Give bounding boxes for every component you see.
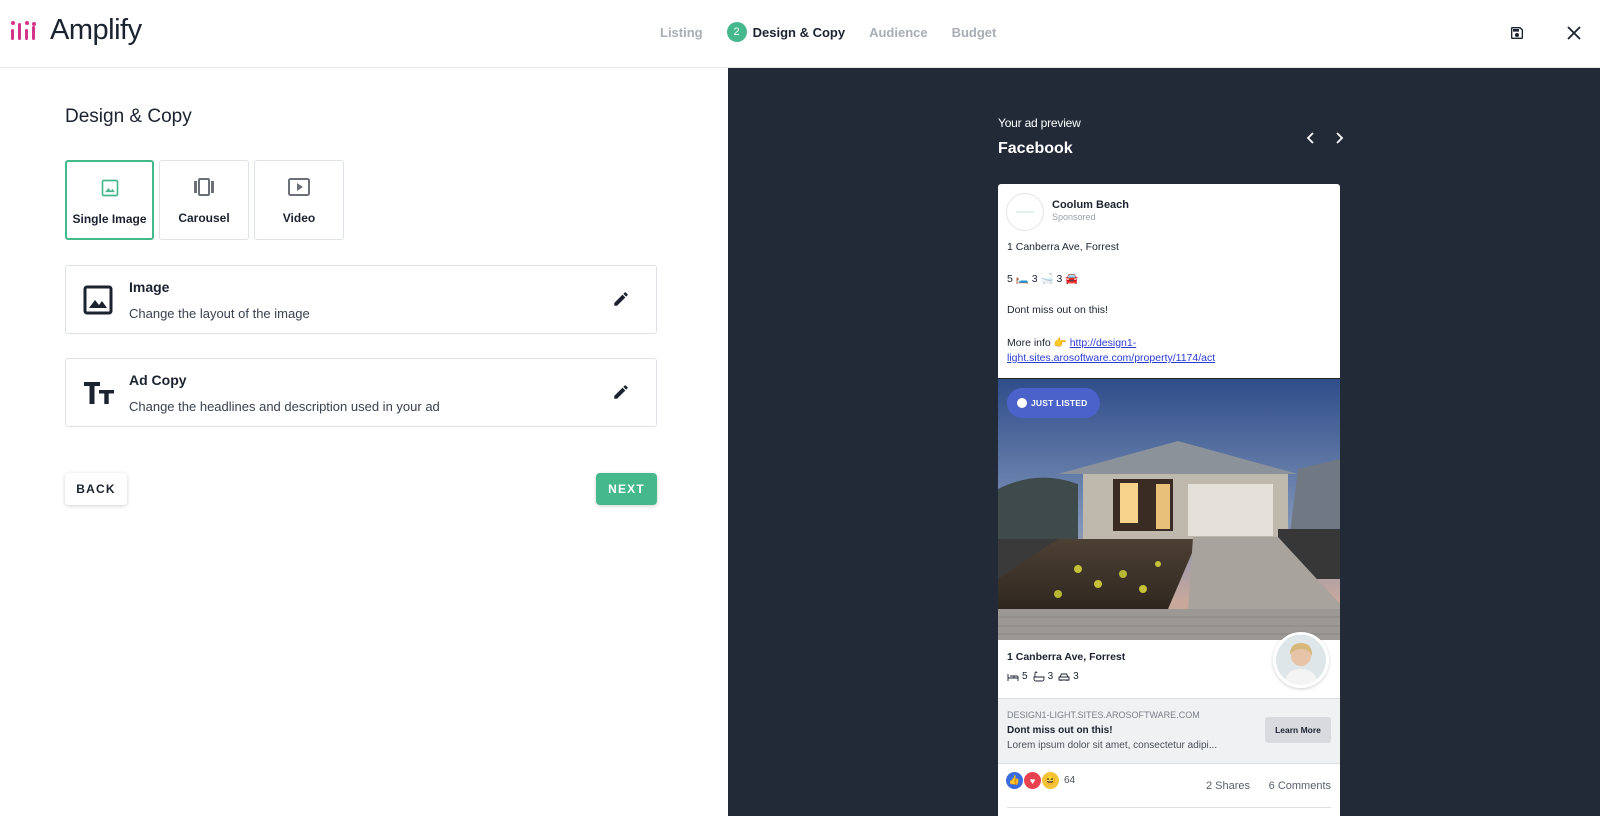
bath-icon [1033, 671, 1045, 682]
option-ad-copy[interactable]: Ad Copy Change the headlines and descrip… [65, 358, 657, 427]
top-bar: Amplify Listing 2 Design & Copy Audience… [0, 0, 1600, 68]
amplify-logo-icon [10, 17, 38, 45]
listing-photo: JUST LISTED [998, 378, 1340, 640]
step-label: Listing [660, 24, 703, 40]
post-address: 1 Canberra Ave, Forrest [1007, 241, 1119, 253]
reactions[interactable]: 👍 ♥ 😆 64 [1006, 772, 1075, 789]
preview-platform: Facebook [998, 140, 1073, 157]
step-number-badge: 2 [726, 22, 747, 42]
listing-features: 5 3 3 [1007, 671, 1084, 682]
chevron-left-icon[interactable] [1303, 130, 1319, 146]
car-icon [1058, 673, 1070, 681]
app-name: Amplify [50, 14, 142, 46]
love-reaction-icon: ♥ [1024, 772, 1041, 789]
edit-pencil-icon[interactable] [612, 290, 630, 308]
baths-count: 3 [1047, 671, 1054, 682]
post-cta: Dont miss out on this! [1007, 304, 1108, 316]
option-title: Ad Copy [129, 372, 187, 388]
format-label: Video [282, 211, 316, 225]
step-listing[interactable]: Listing [660, 25, 703, 40]
step-label: Budget [951, 24, 997, 40]
option-subtitle: Change the layout of the image [129, 306, 310, 321]
bed-icon [1007, 673, 1019, 681]
page-name[interactable]: Coolum Beach [1052, 199, 1129, 211]
learn-more-button[interactable]: Learn More [1265, 717, 1331, 743]
video-icon [287, 177, 311, 202]
option-subtitle: Change the headlines and description use… [129, 399, 440, 414]
image-icon [100, 178, 120, 203]
post-features: 5 🛏️ 3 🛁 3 🚘 [1007, 273, 1079, 285]
edit-pencil-icon[interactable] [612, 383, 630, 401]
link-preview-box[interactable]: DESIGN1-LIGHT.SITES.AROSOFTWARE.COM Dont… [998, 698, 1340, 764]
comments-count[interactable]: 6 Comments [1269, 780, 1331, 792]
image-icon [83, 285, 113, 315]
step-label: Design & Copy [752, 24, 846, 40]
editor-panel: Design & Copy Single Image Carousel Vide… [0, 68, 728, 816]
divider [1007, 807, 1331, 808]
haha-reaction-icon: 😆 [1042, 772, 1059, 789]
link-headline: Dont miss out on this! [1007, 725, 1113, 736]
ad-preview-panel: Your ad preview Facebook Coolum Beach Sp… [728, 68, 1600, 816]
property-link-cont[interactable]: light.sites.arosoftware.com/property/117… [1007, 352, 1215, 364]
badge-dot-icon [1017, 398, 1027, 408]
link-description: Lorem ipsum dolor sit amet, consectetur … [1007, 740, 1218, 751]
more-info-text: More info 👉 [1007, 337, 1067, 349]
format-label: Single Image [72, 212, 147, 226]
format-single-image[interactable]: Single Image [65, 160, 154, 240]
wizard-stepper: Listing 2 Design & Copy Audience Budget [660, 22, 1020, 42]
carousel-icon [192, 177, 216, 202]
shares-count[interactable]: 2 Shares [1206, 780, 1250, 792]
option-title: Image [129, 279, 170, 295]
beds-count: 5 [1022, 671, 1028, 682]
close-icon[interactable] [1564, 23, 1584, 43]
app-logo[interactable]: Amplify [10, 14, 142, 47]
post-more-info: More info 👉 http://design1- [1007, 336, 1136, 349]
step-design-copy[interactable]: 2 Design & Copy [726, 22, 846, 42]
page-avatar [1006, 193, 1044, 231]
sponsored-label: Sponsored [1052, 212, 1096, 222]
agent-avatar [1273, 632, 1329, 688]
preview-label: Your ad preview [998, 116, 1081, 130]
like-reaction-icon: 👍 [1006, 772, 1023, 789]
cars-count: 3 [1073, 671, 1079, 682]
step-budget[interactable]: Budget [952, 25, 997, 40]
page-title: Design & Copy [65, 106, 192, 127]
step-audience[interactable]: Audience [869, 25, 928, 40]
listing-address: 1 Canberra Ave, Forrest [1007, 651, 1126, 663]
option-image[interactable]: Image Change the layout of the image [65, 265, 657, 334]
next-button[interactable]: NEXT [596, 473, 657, 505]
property-link[interactable]: http://design1- [1070, 337, 1137, 349]
save-icon[interactable] [1507, 23, 1527, 43]
reaction-count: 64 [1064, 775, 1076, 786]
format-label: Carousel [178, 211, 230, 225]
step-label: Audience [869, 24, 928, 40]
format-video[interactable]: Video [254, 160, 344, 240]
badge-label: JUST LISTED [1031, 398, 1088, 408]
just-listed-badge: JUST LISTED [1007, 388, 1100, 418]
text-format-icon [83, 378, 114, 408]
chevron-right-icon[interactable] [1331, 130, 1347, 146]
facebook-ad-card: Coolum Beach Sponsored 1 Canberra Ave, F… [998, 184, 1340, 816]
back-button[interactable]: BACK [65, 473, 127, 505]
format-carousel[interactable]: Carousel [159, 160, 249, 240]
link-domain: DESIGN1-LIGHT.SITES.AROSOFTWARE.COM [1007, 710, 1200, 720]
